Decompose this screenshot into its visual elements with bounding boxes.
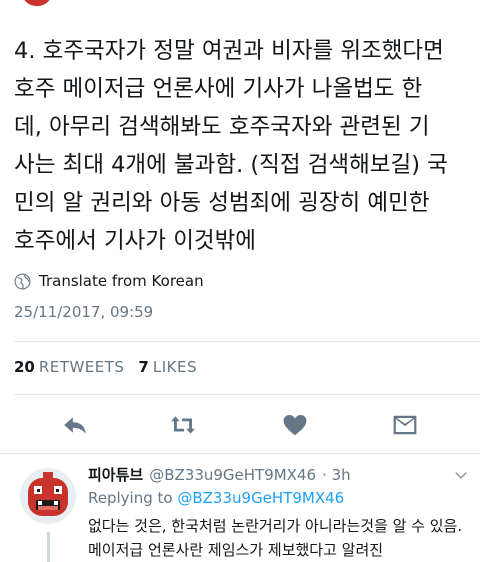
retweets-count[interactable]: 20: [14, 358, 35, 376]
reply-header: 피아튜브 @BZ33u9GeHT9MX46 · 3h: [88, 464, 468, 485]
like-button[interactable]: [278, 408, 312, 442]
thread-line: [47, 532, 50, 562]
reply-author-handle[interactable]: @BZ33u9GeHT9MX46: [149, 466, 316, 484]
replying-to-label: Replying to: [88, 489, 173, 507]
retweet-button[interactable]: [166, 408, 200, 442]
divider: [0, 453, 480, 454]
translate-link[interactable]: Translate from Korean: [14, 270, 204, 292]
retweet-icon: [171, 416, 195, 434]
likes-count[interactable]: 7: [138, 358, 148, 376]
like-icon: [283, 415, 307, 436]
tweet-timestamp: 25/11/2017, 09:59: [14, 303, 154, 321]
globe-icon: [14, 272, 31, 290]
divider: [14, 394, 480, 395]
tweet-actions: [0, 408, 480, 442]
tweet-text: 4. 호주국자가 정말 여권과 비자를 위조했다면 호주 메이저급 언론사에 기…: [14, 38, 448, 254]
retweets-label[interactable]: RETWEETS: [39, 358, 125, 376]
replying-to: Replying to @BZ33u9GeHT9MX46: [88, 489, 344, 507]
divider: [14, 341, 480, 342]
chevron-down-icon[interactable]: [454, 468, 468, 482]
reply-icon: [64, 417, 86, 434]
tweet-stats: 20 RETWEETS 7 LIKES: [14, 358, 207, 376]
previous-avatar-fragment: [22, 0, 52, 6]
reply-button[interactable]: [58, 408, 92, 442]
reply-text: 없다는 것은, 한국처럼 논란거리가 아니라는것을 알 수 있음. 메이저급 언…: [88, 517, 463, 559]
reply-time: · 3h: [322, 465, 351, 484]
direct-message-button[interactable]: [388, 408, 422, 442]
reply-author-name[interactable]: 피아튜브: [88, 464, 143, 485]
reply-avatar[interactable]: [20, 468, 76, 524]
direct-message-icon: [393, 415, 417, 435]
replying-to-mention[interactable]: @BZ33u9GeHT9MX46: [177, 489, 344, 507]
likes-label[interactable]: LIKES: [153, 358, 197, 376]
translate-label: Translate from Korean: [39, 272, 204, 290]
